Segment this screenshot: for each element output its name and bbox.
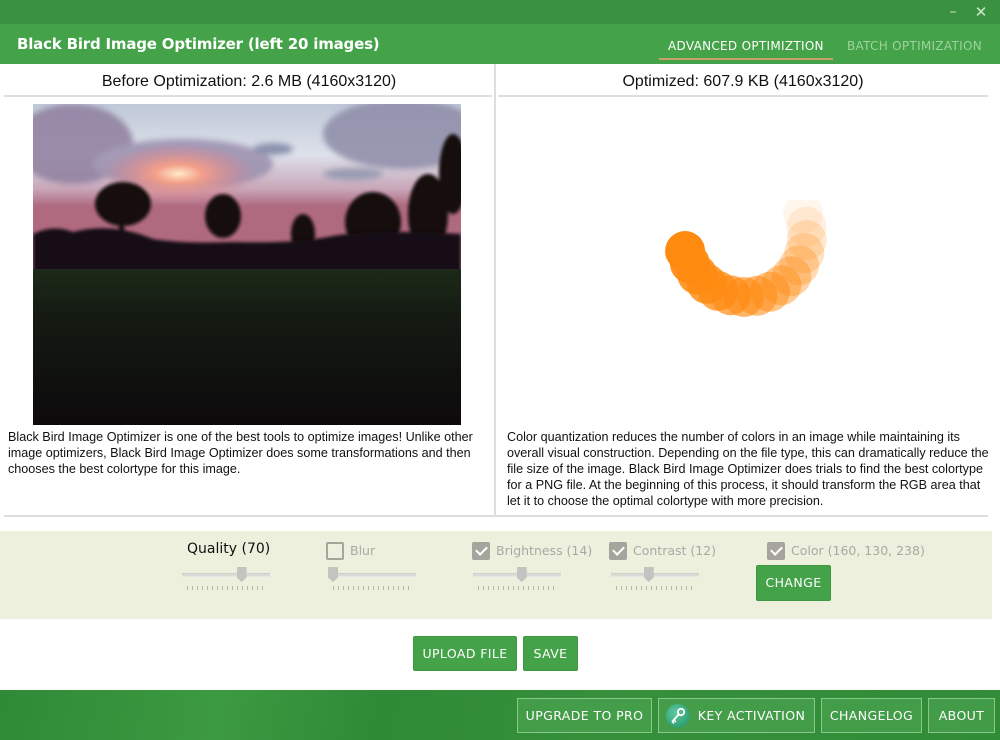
slider-ticks bbox=[478, 586, 556, 590]
sunset-photo bbox=[33, 104, 461, 425]
slider-thumb[interactable] bbox=[236, 567, 247, 582]
brightness-checkbox[interactable] bbox=[472, 542, 490, 560]
upload-file-button[interactable]: UPLOAD FILE bbox=[413, 636, 517, 671]
slider-track bbox=[328, 573, 416, 577]
slider-ticks bbox=[616, 586, 694, 590]
panel-divider bbox=[494, 64, 496, 517]
tab-advanced-optimization[interactable]: ADVANCED OPTIMIZTION bbox=[659, 39, 833, 60]
contrast-slider[interactable] bbox=[611, 562, 699, 592]
optimized-description: Color quantization reduces the number of… bbox=[507, 430, 989, 508]
blur-label: Blur bbox=[350, 543, 376, 558]
slider-thumb[interactable] bbox=[328, 567, 338, 582]
contrast-checkbox[interactable] bbox=[609, 542, 627, 560]
blur-checkbox[interactable] bbox=[326, 542, 344, 560]
optimized-heading: Optimized: 607.9 KB (4160x3120) bbox=[622, 73, 864, 90]
before-image bbox=[33, 104, 461, 425]
color-checkbox[interactable] bbox=[767, 542, 785, 560]
before-description: Black Bird Image Optimizer is one of the… bbox=[8, 430, 473, 476]
brightness-label: Brightness (14) bbox=[496, 543, 593, 558]
quality-slider[interactable] bbox=[182, 562, 270, 592]
save-button[interactable]: SAVE bbox=[523, 636, 578, 671]
divider bbox=[498, 95, 988, 97]
blur-slider[interactable] bbox=[328, 562, 416, 592]
key-icon bbox=[666, 704, 690, 728]
brightness-slider[interactable] bbox=[473, 562, 561, 592]
upgrade-to-pro-button[interactable]: UPGRADE TO PRO bbox=[517, 698, 652, 733]
contrast-label: Contrast (12) bbox=[633, 543, 717, 558]
divider bbox=[4, 515, 988, 517]
change-color-button[interactable]: CHANGE bbox=[756, 565, 831, 601]
minimize-icon[interactable]: – bbox=[943, 2, 963, 22]
app-header: Black Bird Image Optimizer (left 20 imag… bbox=[0, 24, 1000, 64]
app-title: Black Bird Image Optimizer (left 20 imag… bbox=[17, 35, 380, 53]
slider-thumb[interactable] bbox=[643, 567, 654, 582]
key-glyph bbox=[671, 707, 686, 724]
slider-ticks bbox=[187, 586, 265, 590]
about-button[interactable]: ABOUT bbox=[928, 698, 995, 733]
color-label: Color (160, 130, 238) bbox=[791, 543, 925, 558]
spinner-dot bbox=[665, 231, 706, 272]
key-activation-label: KEY ACTIVATION bbox=[697, 708, 806, 723]
slider-track bbox=[611, 573, 699, 577]
key-activation-button[interactable]: KEY ACTIVATION bbox=[658, 698, 815, 733]
loading-spinner bbox=[660, 193, 840, 360]
slider-thumb[interactable] bbox=[516, 567, 527, 582]
close-icon[interactable]: ✕ bbox=[971, 2, 991, 22]
before-heading: Before Optimization: 2.6 MB (4160x3120) bbox=[101, 73, 397, 90]
slider-ticks bbox=[333, 586, 411, 590]
slider-track bbox=[182, 573, 270, 577]
divider bbox=[4, 95, 492, 97]
spinner-dots bbox=[665, 193, 827, 317]
changelog-button[interactable]: CHANGELOG bbox=[821, 698, 922, 733]
footer-bar: UPGRADE TO PRO KEY ACTIVATION CHANGELOG … bbox=[0, 690, 1000, 740]
tab-batch-optimization[interactable]: BATCH OPTIMIZATION bbox=[847, 39, 982, 53]
window-titlebar: – ✕ bbox=[0, 0, 1000, 24]
quality-label: Quality (70) bbox=[187, 541, 271, 557]
